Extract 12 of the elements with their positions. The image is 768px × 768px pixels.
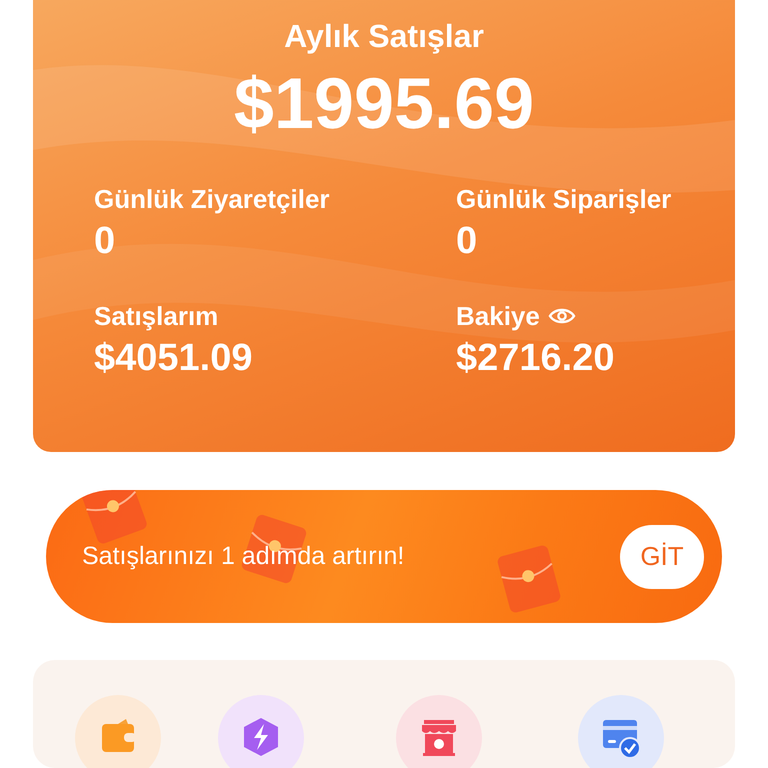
stat-label: Satışlarım <box>94 300 218 333</box>
stat-label: Günlük Siparişler <box>456 183 672 216</box>
stat-value: 0 <box>456 219 478 264</box>
go-button[interactable]: GİT <box>620 524 704 588</box>
monthly-sales-amount: $1995.69 <box>232 68 536 140</box>
stat-value: $2716.20 <box>456 336 616 381</box>
promo-text: Satışlarınızı 1 adımda artırın! <box>82 540 404 572</box>
stat-label: Bakiye <box>456 300 540 333</box>
stat-value: 0 <box>94 219 116 264</box>
stat-value: $4051.09 <box>94 336 254 381</box>
stat-label: Günlük Ziyaretçiler <box>94 183 330 216</box>
card-title: Aylık Satışlar <box>283 17 485 56</box>
